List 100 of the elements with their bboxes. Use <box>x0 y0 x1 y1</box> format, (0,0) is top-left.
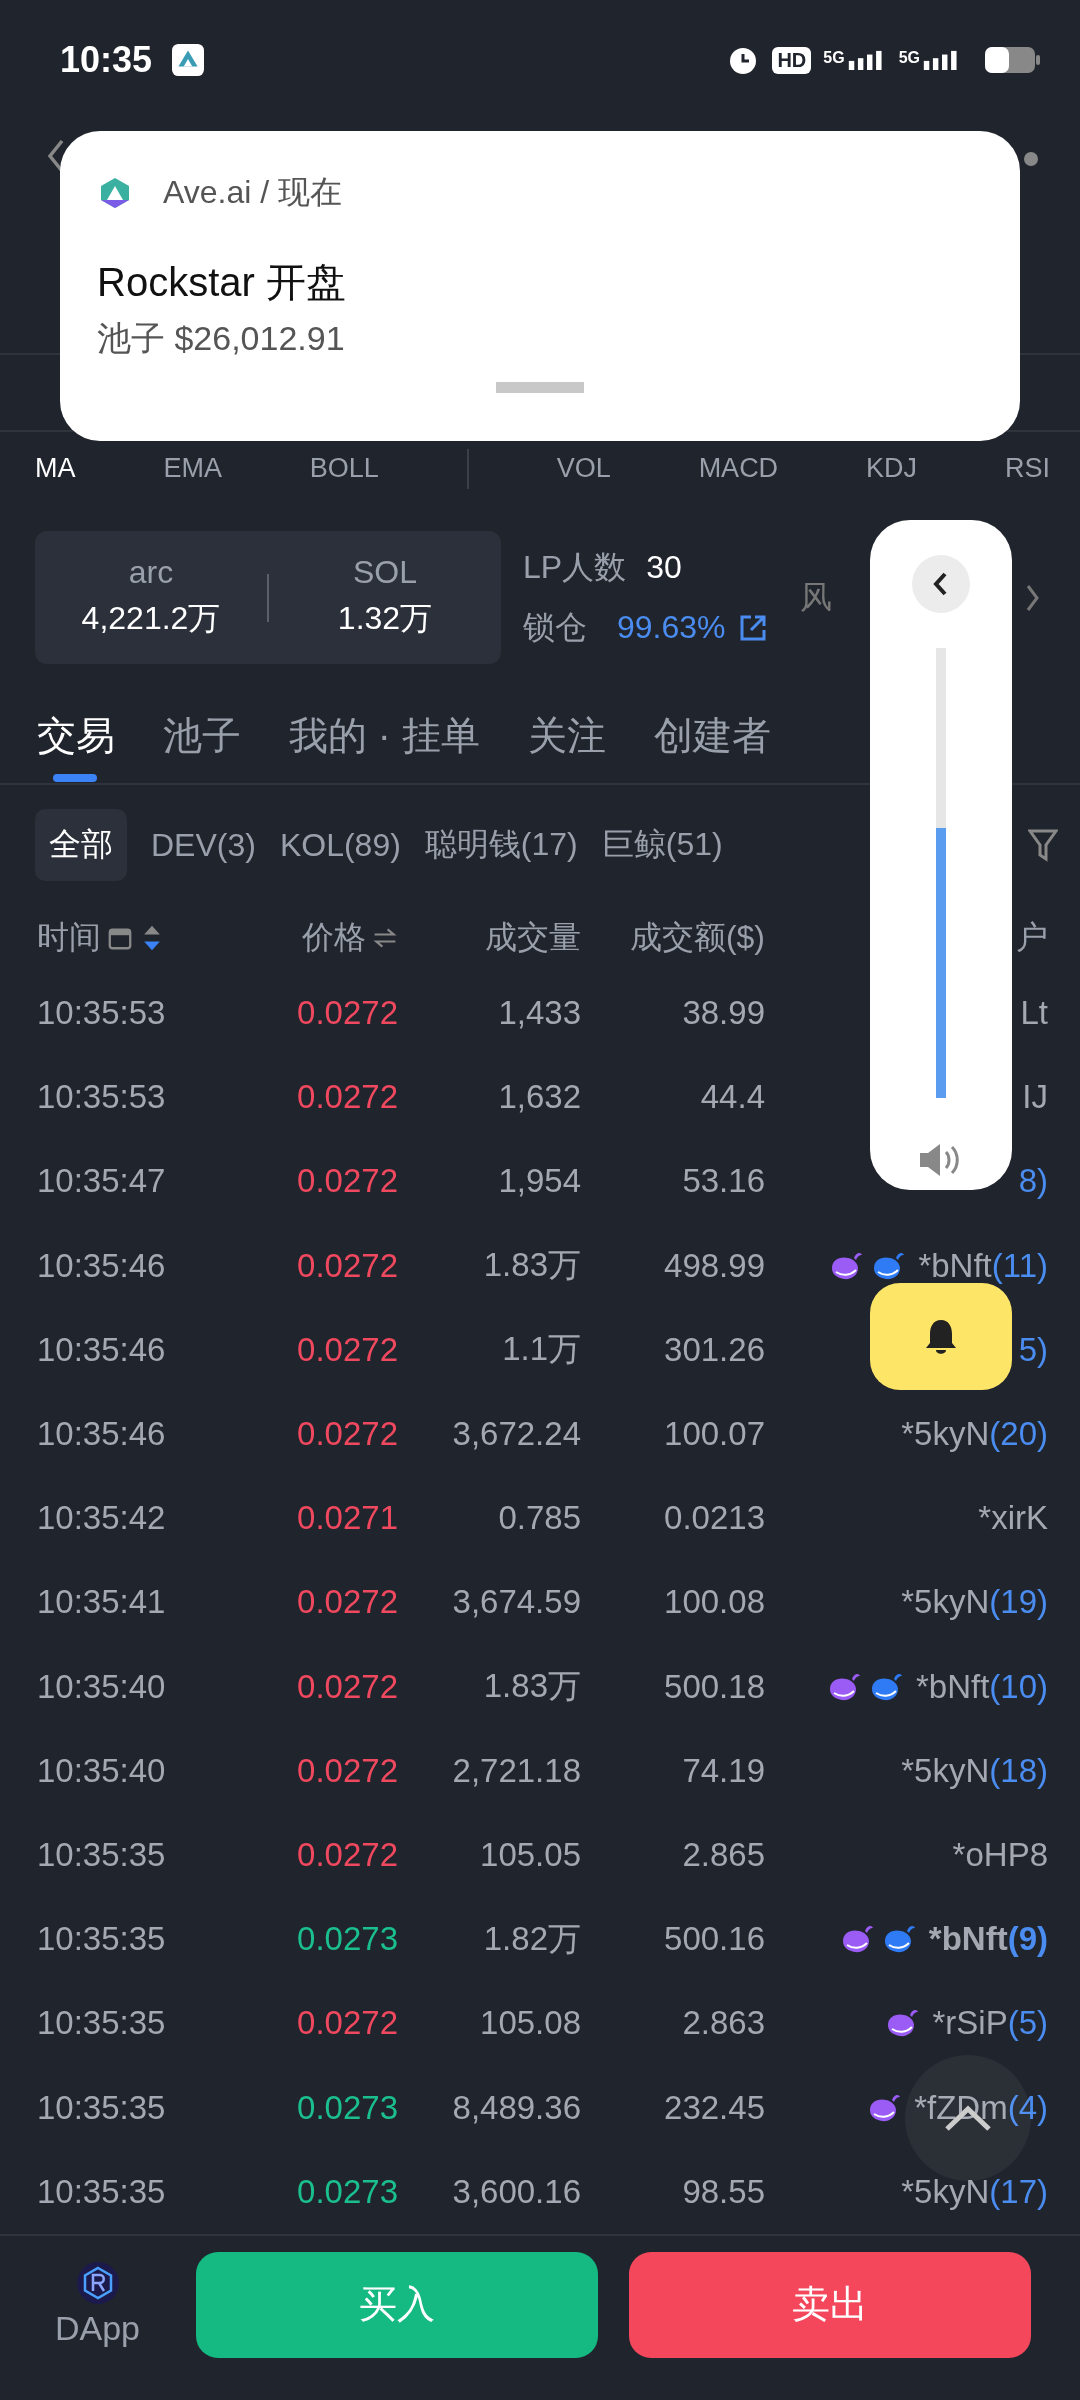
more-icon[interactable] <box>1024 152 1038 166</box>
lock-value[interactable]: 99.63% <box>617 609 726 646</box>
token-amount: 4,221.2万 <box>81 599 221 638</box>
filter-chip[interactable]: KOL(89) <box>279 812 401 878</box>
sell-button[interactable]: 卖出 <box>629 2251 1031 2358</box>
network-label: 5G <box>898 49 920 67</box>
trade-time: 10:35:40 <box>37 1667 166 1706</box>
wallet-address[interactable]: *5kyN(19) <box>901 1583 1048 1622</box>
trade-time: 10:35:42 <box>37 1499 166 1538</box>
wallet-address[interactable]: *bNft(10) <box>915 1667 1048 1706</box>
wallet-address[interactable]: *bNft(9) <box>928 1920 1048 1959</box>
wallet-address[interactable]: *bNft(11) <box>918 1246 1048 1285</box>
trade-time: 10:35:53 <box>37 1078 166 1117</box>
hexagon-logo-icon[interactable] <box>75 2261 120 2305</box>
trade-time: 10:35:35 <box>37 2004 166 2043</box>
notification-card[interactable]: Ave.ai / 现在 Rockstar 开盘 池子 $26,012.91 <box>60 131 1020 441</box>
trade-price: 0.0272 <box>297 1835 398 1874</box>
trade-price: 0.0272 <box>297 1162 398 1201</box>
trade-volume: 1.83万 <box>483 1666 581 1707</box>
trade-amount: 100.07 <box>664 1415 765 1454</box>
trade-volume: 1,954 <box>498 1162 581 1201</box>
trade-time: 10:35:46 <box>37 1246 166 1285</box>
drag-handle[interactable] <box>496 382 584 393</box>
trade-amount: 232.45 <box>664 2088 765 2127</box>
trade-amount: 500.16 <box>664 1920 765 1959</box>
dapp-label[interactable]: DApp <box>54 2309 141 2348</box>
trade-amount: 2.863 <box>682 2004 765 2043</box>
battery-icon <box>984 46 1040 74</box>
trade-price: 0.0272 <box>297 1667 398 1706</box>
trade-volume: 105.05 <box>480 1835 581 1874</box>
filter-chip[interactable]: 全部 <box>35 809 127 881</box>
trade-time: 10:35:53 <box>37 994 166 1033</box>
notification-title: Rockstar 开盘 <box>97 259 347 306</box>
trade-volume: 1.83万 <box>483 1245 581 1286</box>
trade-time: 10:35:35 <box>37 2088 166 2127</box>
wallet-address[interactable]: *5kyN(18) <box>901 1751 1048 1790</box>
trade-amount: 38.99 <box>682 994 765 1033</box>
trade-volume: 2,721.18 <box>452 1751 581 1790</box>
notification-app: Ave.ai / 现在 <box>163 173 343 212</box>
notification-body: 池子 $26,012.91 <box>97 318 346 359</box>
status-time: 10:35 <box>60 39 153 81</box>
wallet-address[interactable]: *xirK <box>978 1499 1048 1538</box>
filter-chip[interactable]: 巨鲸(51) <box>601 809 723 881</box>
indicator-tab[interactable]: RSI <box>1004 453 1050 484</box>
tab[interactable]: 交易 <box>37 691 115 782</box>
trade-time: 10:35:35 <box>37 2172 166 2211</box>
hd-indicator: HD <box>772 46 812 74</box>
filter-chip[interactable]: DEV(3) <box>151 812 256 878</box>
wallet-address[interactable]: *fZDm(4) <box>914 2088 1048 2127</box>
trade-amount: 301.26 <box>664 1330 765 1369</box>
column-header: 户 <box>1016 918 1048 957</box>
trade-time: 10:35:35 <box>37 1835 166 1874</box>
wallet-address[interactable]: 8) <box>1018 1162 1048 1201</box>
filter-icon[interactable] <box>1028 828 1058 862</box>
trade-volume: 1,433 <box>498 994 581 1033</box>
tab[interactable]: 创建者 <box>653 691 771 782</box>
wallet-address[interactable]: *rSiP(5) <box>932 2004 1048 2043</box>
column-header: 价格 <box>302 918 366 957</box>
trade-price: 0.0272 <box>297 1415 398 1454</box>
notification-button[interactable] <box>870 1283 1012 1390</box>
trade-volume: 3,672.24 <box>452 1415 581 1454</box>
trade-price: 0.0273 <box>297 2088 398 2127</box>
trade-volume: 1,632 <box>498 1078 581 1117</box>
tab[interactable]: 关注 <box>527 691 606 782</box>
trade-price: 0.0273 <box>297 2172 398 2211</box>
trade-price: 0.0272 <box>297 1078 398 1117</box>
trade-volume: 3,600.16 <box>452 2172 581 2211</box>
wallet-address[interactable]: Lt <box>1020 994 1048 1033</box>
indicator-tab[interactable]: EMA <box>163 453 222 484</box>
wallet-address[interactable]: *oHP8 <box>952 1835 1048 1874</box>
column-header: 时间 <box>37 918 101 957</box>
tab[interactable]: 我的 · 挂单 <box>289 691 480 782</box>
trade-amount: 498.99 <box>664 1246 765 1285</box>
trade-price: 0.0272 <box>297 1330 398 1369</box>
filter-chip[interactable]: 聪明钱(17) <box>424 809 578 881</box>
trade-volume: 8,489.36 <box>452 2088 581 2127</box>
tab[interactable]: 池子 <box>163 691 241 782</box>
trade-price: 0.0271 <box>297 1499 398 1538</box>
indicator-tab[interactable]: BOLL <box>309 453 379 484</box>
trade-price: 0.0272 <box>297 994 398 1033</box>
network-label: 5G <box>823 49 845 67</box>
trade-amount: 53.16 <box>682 1162 765 1201</box>
chevron-left-icon[interactable] <box>912 555 970 613</box>
trade-amount: 100.08 <box>664 1583 765 1622</box>
indicator-tab[interactable]: MACD <box>698 453 779 484</box>
indicator-tab[interactable]: KDJ <box>866 453 918 484</box>
wallet-address[interactable]: IJ <box>1022 1078 1048 1117</box>
trade-amount: 500.18 <box>664 1667 765 1706</box>
trade-volume: 1.1万 <box>502 1329 581 1370</box>
wallet-address[interactable]: *5kyN(20) <box>901 1415 1048 1454</box>
wallet-address[interactable]: 5) <box>1018 1330 1048 1369</box>
trade-time: 10:35:40 <box>37 1751 166 1790</box>
back-icon[interactable] <box>46 138 66 174</box>
trade-price: 0.0272 <box>297 1751 398 1790</box>
wallet-address[interactable]: *5kyN(17) <box>901 2172 1048 2211</box>
trade-time: 10:35:41 <box>37 1583 166 1622</box>
indicator-tab[interactable]: VOL <box>556 453 611 484</box>
indicator-tab[interactable]: MA <box>35 453 76 484</box>
token-symbol: arc <box>128 554 174 591</box>
volume-slider[interactable] <box>936 648 946 1098</box>
